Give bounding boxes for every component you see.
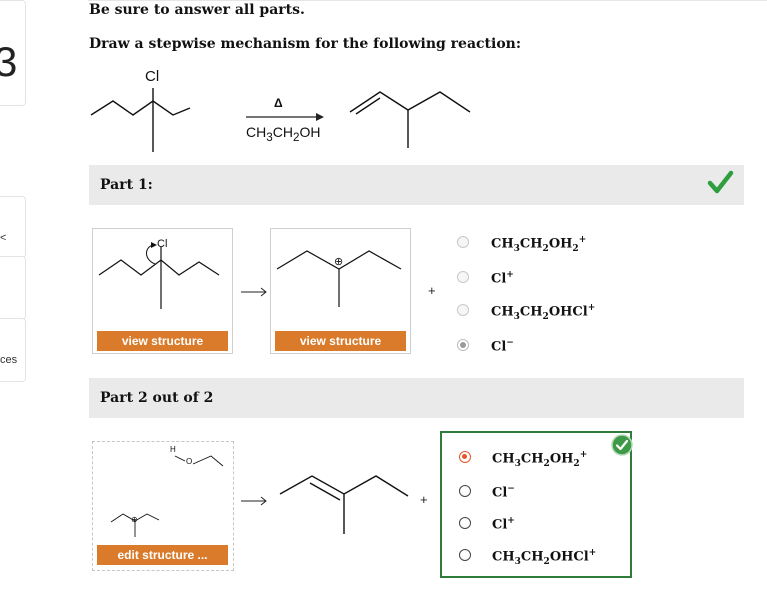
plus-sign: + — [428, 283, 436, 298]
option-label: CH3CH2OHCl+ — [492, 548, 597, 567]
reactant-chlorine-label: Cl — [145, 68, 160, 85]
product-structure — [349, 91, 471, 148]
hydrogen-label: H — [170, 445, 176, 454]
part1-option[interactable]: CH3CH2OHCl+ — [452, 301, 642, 322]
part1-option[interactable]: Cl− — [452, 336, 642, 356]
arrow-right-icon — [241, 287, 267, 297]
question-prompt: Draw a stepwise mechanism for the follow… — [89, 36, 522, 52]
part1-label: Part 1: — [100, 177, 153, 193]
checkmark-icon — [707, 170, 734, 194]
instruction-text: Be sure to answer all parts. — [89, 2, 305, 18]
answer-selection-box: CH3CH2OH2+ Cl− Cl+ CH3CH2OHCl+ — [440, 431, 632, 578]
option-label: Cl− — [492, 484, 515, 501]
radio-button[interactable] — [457, 271, 469, 283]
part1-structure-box-2[interactable]: ⊕ view structure — [270, 228, 411, 354]
cation-charge-icon: ⊕ — [131, 515, 138, 524]
part1-options: CH3CH2OH2+ Cl+ CH3CH2OHCl+ Cl− — [452, 230, 642, 360]
part2-header: Part 2 out of 2 — [89, 378, 744, 418]
radio-button[interactable] — [457, 339, 469, 351]
arrow-right-icon — [241, 496, 267, 506]
alkene-product-structure — [279, 475, 409, 534]
part2-drawing-area[interactable]: H O ⊕ edit structure ... — [92, 441, 234, 571]
chlorine-label: Cl — [157, 238, 168, 250]
radio-button[interactable] — [457, 236, 469, 248]
heat-condition: Δ — [274, 96, 283, 110]
left-fragment: ces — [0, 354, 18, 366]
part1-structure-box-1[interactable]: Cl view structure — [92, 228, 233, 354]
radio-button[interactable] — [459, 451, 471, 463]
cation-charge-icon: ⊕ — [334, 256, 344, 268]
option-label: Cl+ — [492, 516, 515, 533]
oxygen-label: O — [186, 457, 193, 466]
left-nav-card[interactable] — [0, 196, 26, 258]
ethanol-attack-structure — [110, 455, 224, 537]
arrow-right-icon — [246, 113, 324, 121]
part1-option[interactable]: Cl+ — [452, 268, 642, 288]
radio-button[interactable] — [459, 517, 471, 529]
top-divider — [88, 0, 767, 1]
option-label: Cl− — [491, 338, 514, 355]
option-label: CH3CH2OH2+ — [492, 450, 588, 469]
part2-option[interactable]: Cl+ — [442, 514, 630, 534]
left-fragment: < — [0, 232, 7, 244]
part1-header: Part 1: — [89, 165, 744, 205]
left-nav-card[interactable] — [0, 256, 26, 320]
view-structure-button[interactable]: view structure — [97, 331, 228, 351]
part2-option[interactable]: CH3CH2OH2+ — [442, 448, 630, 469]
carbocation-structure — [276, 250, 402, 307]
part2-option[interactable]: CH3CH2OHCl+ — [442, 546, 630, 567]
radio-button[interactable] — [459, 485, 471, 497]
left-nav-card[interactable] — [0, 318, 26, 382]
view-structure-button[interactable]: view structure — [275, 331, 406, 351]
radio-button[interactable] — [459, 549, 471, 561]
edit-structure-button[interactable]: edit structure ... — [97, 545, 228, 565]
plus-sign: + — [420, 492, 428, 507]
option-label: CH3CH2OHCl+ — [491, 303, 596, 322]
solvent-condition: CH3CH2OH — [246, 124, 321, 144]
check-circle-icon — [611, 434, 633, 456]
part2-option[interactable]: Cl− — [442, 482, 630, 502]
reactant-structure — [90, 88, 191, 152]
radio-button[interactable] — [457, 304, 469, 316]
part1-option[interactable]: CH3CH2OH2+ — [452, 233, 642, 254]
option-label: CH3CH2OH2+ — [491, 235, 587, 254]
option-label: Cl+ — [491, 270, 514, 287]
part2-label: Part 2 out of 2 — [100, 390, 214, 406]
question-number: 3 — [0, 38, 18, 85]
